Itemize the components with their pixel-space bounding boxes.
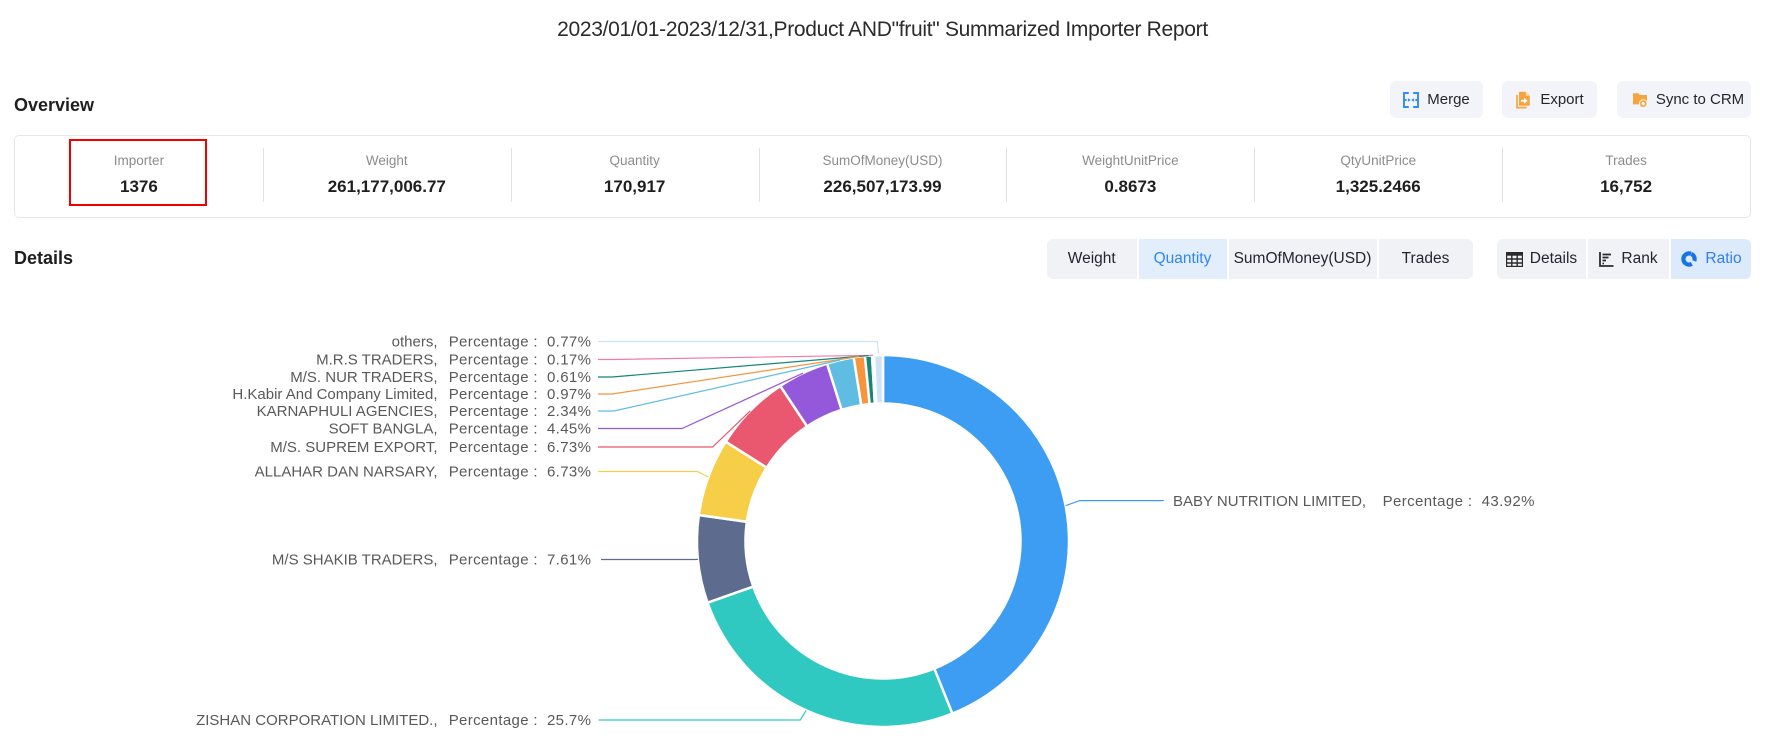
- svg-text:Percentage : 0.17%: Percentage : 0.17%: [449, 352, 592, 369]
- svg-text:Percentage : 0.77%: Percentage : 0.77%: [449, 334, 592, 351]
- svg-text:SOFT BANGLA,: SOFT BANGLA,: [329, 421, 438, 438]
- svg-text:Percentage : 7.61%: Percentage : 7.61%: [449, 552, 592, 569]
- svg-text:Percentage : 25.7%: Percentage : 25.7%: [449, 712, 592, 729]
- svg-text:others,: others,: [392, 334, 438, 351]
- svg-text:ALLAHAR DAN NARSARY,: ALLAHAR DAN NARSARY,: [255, 464, 438, 481]
- svg-text:Percentage : 43.92%: Percentage : 43.92%: [1383, 493, 1535, 510]
- svg-text:KARNAPHULI AGENCIES,: KARNAPHULI AGENCIES,: [257, 403, 438, 420]
- svg-text:Percentage : 0.61%: Percentage : 0.61%: [449, 369, 592, 386]
- svg-text:Percentage : 0.97%: Percentage : 0.97%: [449, 386, 592, 403]
- svg-text:M/S SHAKIB TRADERS,: M/S SHAKIB TRADERS,: [272, 552, 438, 569]
- svg-text:Percentage : 2.34%: Percentage : 2.34%: [449, 403, 592, 420]
- svg-text:Percentage : 4.45%: Percentage : 4.45%: [449, 421, 592, 438]
- svg-text:M.R.S TRADERS,: M.R.S TRADERS,: [316, 352, 437, 369]
- svg-text:M/S. NUR TRADERS,: M/S. NUR TRADERS,: [290, 369, 437, 386]
- svg-text:BABY NUTRITION LIMITED,: BABY NUTRITION LIMITED,: [1173, 493, 1366, 510]
- svg-text:H.Kabir And Company Limited,: H.Kabir And Company Limited,: [232, 386, 437, 403]
- svg-text:ZISHAN CORPORATION LIMITED.,: ZISHAN CORPORATION LIMITED.,: [196, 712, 437, 729]
- svg-text:M/S. SUPREM EXPORT,: M/S. SUPREM EXPORT,: [270, 439, 437, 456]
- svg-text:Percentage : 6.73%: Percentage : 6.73%: [449, 439, 592, 456]
- svg-text:Percentage : 6.73%: Percentage : 6.73%: [449, 464, 592, 481]
